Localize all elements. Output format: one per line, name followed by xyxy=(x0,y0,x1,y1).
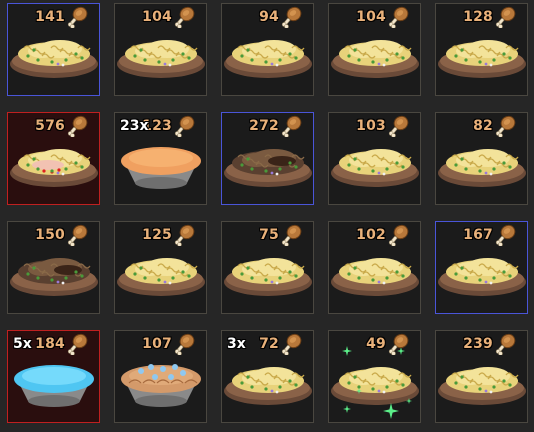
drumstick-icon xyxy=(174,115,195,137)
inventory-slot[interactable]: 104 xyxy=(114,3,207,96)
inventory-slot[interactable]: 150 xyxy=(7,221,100,314)
food-value: 272 xyxy=(249,118,279,134)
drumstick-icon xyxy=(388,333,409,355)
food-value: 239 xyxy=(463,336,493,352)
inventory-slot[interactable]: 103 xyxy=(328,112,421,205)
food-value: 49 xyxy=(366,336,386,352)
food-value: 102 xyxy=(356,227,386,243)
inventory-slot[interactable]: 125 xyxy=(114,221,207,314)
stack-count: 3x xyxy=(227,336,246,352)
inventory-slot[interactable]: 49 xyxy=(328,330,421,423)
drumstick-icon xyxy=(495,115,516,137)
food-value: 104 xyxy=(142,9,172,25)
drumstick-icon xyxy=(281,224,302,246)
inventory-slot[interactable]: 184 5x xyxy=(7,330,100,423)
inventory-slot[interactable]: 75 xyxy=(221,221,314,314)
food-value: 576 xyxy=(35,118,65,134)
drumstick-icon xyxy=(495,224,516,246)
drumstick-icon xyxy=(281,333,302,355)
drumstick-icon xyxy=(388,6,409,28)
drumstick-icon xyxy=(174,333,195,355)
drumstick-icon xyxy=(174,224,195,246)
food-value: 103 xyxy=(356,118,386,134)
drumstick-icon xyxy=(67,6,88,28)
drumstick-icon xyxy=(67,224,88,246)
food-value: 128 xyxy=(463,9,493,25)
stack-count: 23x xyxy=(120,118,149,134)
drumstick-icon xyxy=(388,224,409,246)
inventory-slot[interactable]: 123 23x xyxy=(114,112,207,205)
inventory-slot[interactable]: 72 3x xyxy=(221,330,314,423)
inventory-slot[interactable]: 239 xyxy=(435,330,528,423)
food-value: 75 xyxy=(259,227,279,243)
inventory-slot[interactable]: 107 xyxy=(114,330,207,423)
food-value: 141 xyxy=(35,9,65,25)
food-value: 167 xyxy=(463,227,493,243)
drumstick-icon xyxy=(388,115,409,137)
drumstick-icon xyxy=(67,333,88,355)
food-value: 125 xyxy=(142,227,172,243)
inventory-slot[interactable]: 128 xyxy=(435,3,528,96)
food-value: 104 xyxy=(356,9,386,25)
food-value: 150 xyxy=(35,227,65,243)
inventory-slot[interactable]: 167 xyxy=(435,221,528,314)
food-inventory-grid: 141 104 94 104 128 576 123 23x 272 103 82 150 125 75 1… xyxy=(0,0,534,432)
inventory-slot[interactable]: 272 xyxy=(221,112,314,205)
inventory-slot[interactable]: 82 xyxy=(435,112,528,205)
food-value: 72 xyxy=(259,336,279,352)
drumstick-icon xyxy=(495,6,516,28)
drumstick-icon xyxy=(281,115,302,137)
inventory-slot[interactable]: 141 xyxy=(7,3,100,96)
drumstick-icon xyxy=(174,6,195,28)
food-value: 184 xyxy=(35,336,65,352)
inventory-slot[interactable]: 104 xyxy=(328,3,421,96)
food-value: 82 xyxy=(473,118,493,134)
drumstick-icon xyxy=(67,115,88,137)
stack-count: 5x xyxy=(13,336,32,352)
inventory-slot[interactable]: 102 xyxy=(328,221,421,314)
food-value: 94 xyxy=(259,9,279,25)
drumstick-icon xyxy=(281,6,302,28)
inventory-slot[interactable]: 94 xyxy=(221,3,314,96)
food-value: 107 xyxy=(142,336,172,352)
inventory-slot[interactable]: 576 xyxy=(7,112,100,205)
drumstick-icon xyxy=(495,333,516,355)
